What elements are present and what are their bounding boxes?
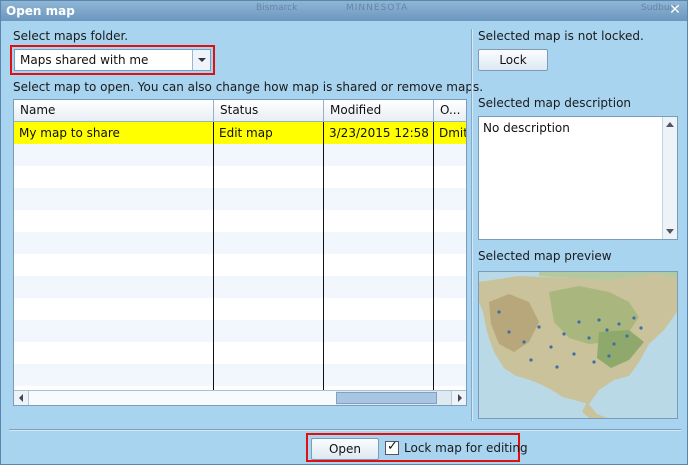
cell-owner: Dmit bbox=[439, 126, 467, 140]
arrow-down-icon[interactable] bbox=[666, 229, 674, 234]
close-icon[interactable]: ✕ bbox=[667, 2, 683, 18]
column-header-modified[interactable]: Modified bbox=[324, 100, 434, 122]
folder-select-value: Maps shared with me bbox=[20, 53, 149, 67]
column-header-status[interactable]: Status bbox=[214, 100, 324, 122]
table-row[interactable] bbox=[14, 298, 466, 320]
open-map-dialog: Bismarck MINNESOTA Sudbury Open map ✕ Se… bbox=[0, 0, 688, 465]
column-divider bbox=[433, 122, 434, 390]
table-body: My map to share Edit map 3/23/2015 12:58… bbox=[14, 122, 467, 390]
table-row[interactable] bbox=[14, 210, 466, 232]
column-header-name[interactable]: Name bbox=[14, 100, 214, 122]
arrow-up-icon[interactable] bbox=[666, 122, 674, 127]
lock-button[interactable]: Lock bbox=[478, 49, 548, 71]
table-row[interactable] bbox=[14, 144, 466, 166]
open-button[interactable]: Open bbox=[311, 438, 379, 460]
scroll-thumb[interactable] bbox=[336, 392, 437, 404]
window-title: Open map bbox=[6, 4, 75, 18]
column-divider bbox=[323, 122, 324, 390]
map-preview-image bbox=[479, 272, 677, 418]
table-row[interactable]: My map to share Edit map 3/23/2015 12:58… bbox=[14, 122, 467, 144]
arrow-left-icon bbox=[19, 394, 23, 402]
table-row[interactable] bbox=[14, 276, 466, 298]
horizontal-scrollbar[interactable] bbox=[14, 390, 466, 405]
arrow-right-icon bbox=[458, 394, 462, 402]
scroll-left-button[interactable] bbox=[14, 391, 29, 405]
scroll-right-button[interactable] bbox=[451, 391, 466, 405]
footer-separator-highlight bbox=[9, 430, 681, 431]
table-header: Name Status Modified O... bbox=[14, 100, 466, 122]
description-label: Selected map description bbox=[478, 96, 632, 110]
map-bg-label: MINNESOTA bbox=[346, 3, 409, 13]
vertical-divider-highlight bbox=[472, 29, 473, 421]
description-text: No description bbox=[483, 121, 570, 135]
lock-for-editing-checkbox[interactable]: ✓ bbox=[385, 439, 399, 455]
scroll-track[interactable] bbox=[29, 391, 336, 405]
folder-select[interactable]: Maps shared with me bbox=[14, 49, 211, 71]
column-divider bbox=[213, 122, 214, 390]
column-header-owner[interactable]: O... bbox=[434, 100, 466, 122]
table-row[interactable] bbox=[14, 166, 466, 188]
table-row[interactable] bbox=[14, 364, 466, 386]
cell-status: Edit map bbox=[219, 126, 273, 140]
title-bar[interactable]: Bismarck MINNESOTA Sudbury Open map ✕ bbox=[1, 1, 687, 21]
checkmark-icon: ✓ bbox=[387, 439, 398, 454]
map-bg-label: Bismarck bbox=[256, 3, 298, 13]
lock-for-editing-label[interactable]: Lock map for editing bbox=[404, 441, 528, 455]
table-row[interactable] bbox=[14, 320, 466, 342]
vertical-scrollbar[interactable] bbox=[662, 117, 677, 239]
instructions-text: Select map to open. You can also change … bbox=[13, 80, 484, 94]
folder-label: Select maps folder. bbox=[13, 29, 129, 43]
preview-label: Selected map preview bbox=[478, 249, 612, 263]
table-row[interactable] bbox=[14, 254, 466, 276]
chevron-down-icon bbox=[198, 58, 206, 62]
map-preview bbox=[478, 271, 678, 419]
table-row[interactable] bbox=[14, 342, 466, 364]
dropdown-button[interactable] bbox=[192, 50, 210, 70]
lock-status-text: Selected map is not locked. bbox=[478, 29, 644, 43]
maps-table: Name Status Modified O... My map to shar… bbox=[13, 99, 467, 406]
cell-name: My map to share bbox=[19, 126, 120, 140]
cell-modified: 3/23/2015 12:58 bbox=[329, 126, 429, 140]
table-row[interactable] bbox=[14, 232, 466, 254]
table-row[interactable] bbox=[14, 188, 466, 210]
description-box[interactable]: No description bbox=[478, 116, 678, 240]
